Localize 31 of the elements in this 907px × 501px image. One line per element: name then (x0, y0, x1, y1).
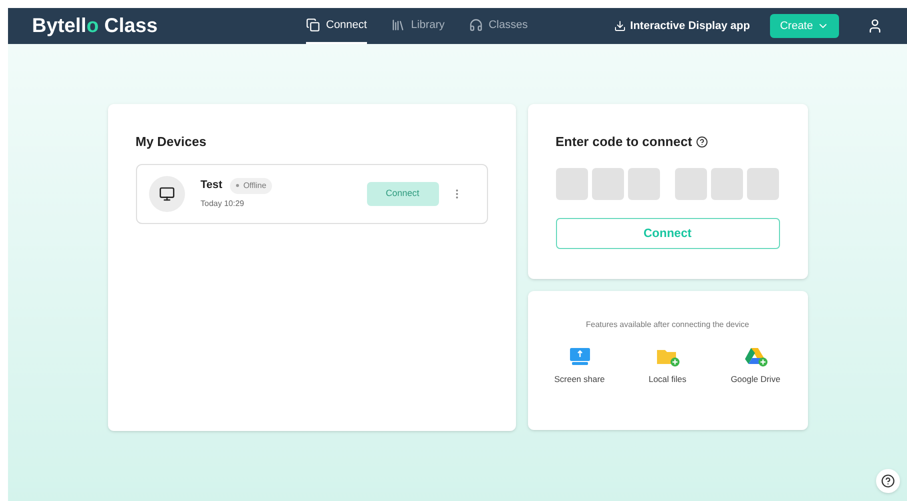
status-badge: Offline (230, 178, 272, 194)
help-icon[interactable] (696, 136, 708, 148)
devices-title: My Devices (136, 133, 208, 151)
help-icon (881, 474, 895, 488)
monitor-icon (158, 186, 174, 202)
download-app-link[interactable]: Interactive Display app (614, 18, 750, 34)
download-icon (614, 20, 626, 32)
device-time: Today 10:29 (200, 198, 246, 210)
code-digit-field[interactable] (556, 168, 588, 200)
headset-icon (468, 18, 483, 32)
code-digit-field[interactable] (674, 168, 706, 200)
feature-label: Screen share (554, 373, 605, 386)
device-name: Test (200, 178, 222, 194)
feature-label: Google Drive (730, 373, 780, 386)
code-digit-field[interactable] (592, 168, 624, 200)
code-digit-field[interactable] (746, 168, 778, 200)
help-button[interactable] (876, 469, 900, 493)
features-caption: Features available after connecting the device (586, 319, 750, 331)
folder-icon (656, 347, 680, 367)
feature-label: Local files (648, 373, 686, 386)
library-icon (390, 18, 405, 32)
nav-tab[interactable]: Library (390, 8, 445, 44)
connect-icon (306, 18, 320, 32)
logo: Bytello Class (32, 14, 159, 39)
nav-tab[interactable]: Classes (468, 8, 528, 44)
user-icon[interactable] (867, 18, 883, 34)
screen-share-icon (568, 347, 590, 367)
code-digit-field[interactable] (710, 168, 742, 200)
drive-icon (744, 347, 768, 367)
code-digit-field[interactable] (628, 168, 660, 200)
code-title: Enter code to connect (556, 133, 692, 151)
